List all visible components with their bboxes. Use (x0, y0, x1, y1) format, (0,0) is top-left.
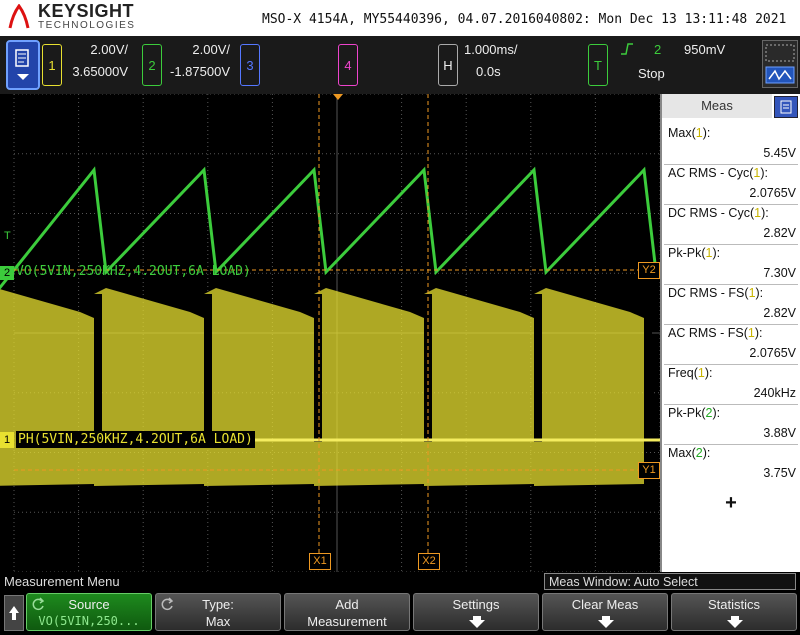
trigger-button[interactable]: T (588, 44, 608, 86)
meas-separator (664, 364, 798, 365)
ch1-trace-gap (204, 294, 212, 442)
meas-list-button[interactable] (774, 96, 798, 118)
meas-item-value: 7.30V (763, 266, 796, 280)
meas-item-label: AC RMS - Cyc(1): (668, 166, 769, 180)
ch2-scale: 2.00V/ (192, 42, 230, 57)
ch1-trace (0, 289, 94, 486)
meas-separator (664, 404, 798, 405)
channel-bar: 1 2.00V/ 3.65000V 2 2.00V/ -1.87500V 3 4… (0, 36, 800, 94)
horizontal-button[interactable]: H (438, 44, 458, 86)
signal-icon (765, 44, 795, 84)
trigger-level-marker[interactable]: T (4, 230, 11, 242)
meas-separator (664, 444, 798, 445)
clear-meas-softkey[interactable]: Clear Meas (542, 593, 668, 631)
rising-edge-icon (621, 43, 633, 55)
down-arrow-icon (727, 616, 743, 628)
run-state: Stop (638, 66, 665, 81)
meas-item-value: 2.82V (763, 306, 796, 320)
ch1-trace-gap (644, 294, 652, 442)
ch1-ground-marker[interactable]: 1 (0, 432, 14, 448)
waveform-display[interactable]: VO(5VIN,250KHZ,4.2OUT,6A LOAD) PH(5VIN,2… (0, 94, 660, 572)
device-info: MSO-X 4154A, MY55440396, 04.07.201604080… (262, 12, 787, 27)
ch2-waveform-label: VO(5VIN,250KHZ,4.2OUT,6A LOAD) (16, 264, 251, 279)
cursor-y1-label[interactable]: Y1 (638, 462, 660, 479)
cursor-y2-label[interactable]: Y2 (638, 262, 660, 279)
ch1-trace (94, 288, 204, 486)
horizontal-delay: 0.0s (476, 64, 501, 79)
meas-separator (664, 164, 798, 165)
channel-2-button[interactable]: 2 (142, 44, 162, 86)
meas-separator (664, 324, 798, 325)
list-icon (780, 100, 792, 114)
menu-title: Measurement Menu (0, 572, 540, 591)
down-arrow-icon (469, 616, 485, 628)
graticule (0, 94, 660, 572)
meas-separator (664, 244, 798, 245)
ch1-trace-gap (314, 294, 322, 442)
meas-item-label: Max(2): (668, 446, 711, 460)
add-measurement-icon[interactable]: + (662, 492, 800, 515)
ch1-offset: 3.65000V (72, 64, 128, 79)
meas-item-label: Max(1): (668, 126, 711, 140)
meas-separator (664, 284, 798, 285)
softkey-bar: Source VO(5VIN,250... Type: Max Add Meas… (0, 591, 800, 632)
meas-item-value: 3.88V (763, 426, 796, 440)
horizontal-scale: 1.000ms/ (464, 42, 518, 57)
ch1-trace (204, 288, 314, 486)
ch1-trace-gap (534, 294, 542, 442)
meas-item-label: Pk-Pk(1): (668, 246, 721, 260)
meas-item-value: 2.82V (763, 226, 796, 240)
meas-panel-title: Meas (662, 94, 772, 118)
brand-name: KEYSIGHT (38, 1, 135, 21)
cursor-x2-label[interactable]: X2 (418, 553, 440, 570)
statistics-softkey[interactable]: Statistics (671, 593, 797, 631)
add-measurement-softkey[interactable]: Add Measurement (284, 593, 410, 631)
back-button[interactable] (4, 595, 24, 631)
source-softkey[interactable]: Source VO(5VIN,250... (26, 593, 152, 631)
meas-item-label: DC RMS - Cyc(1): (668, 206, 769, 220)
ch1-scale: 2.00V/ (90, 42, 128, 57)
meas-window-status: Meas Window: Auto Select (544, 573, 796, 590)
ch1-trace (534, 288, 644, 486)
cursor-x1-label[interactable]: X1 (309, 553, 331, 570)
up-arrow-icon (9, 606, 19, 620)
meas-item-value: 2.0765V (749, 346, 796, 360)
meas-item-value: 5.45V (763, 146, 796, 160)
meas-item-label: Pk-Pk(2): (668, 406, 721, 420)
trigger-source: 2 (654, 42, 662, 57)
measurement-panel: Meas Max(1): 5.45V AC RMS - Cyc(1): 2.0765V… (660, 94, 800, 572)
ch1-trace-gap (94, 294, 102, 442)
ch2-ground-marker[interactable]: 2 (0, 266, 14, 280)
trigger-level: 950mV (684, 42, 726, 57)
keysight-logo-icon (8, 4, 30, 29)
meas-item-value: 240kHz (753, 386, 796, 400)
signal-button[interactable] (762, 40, 798, 88)
channel-3-button[interactable]: 3 (240, 44, 260, 86)
meas-separator (664, 204, 798, 205)
settings-softkey[interactable]: Settings (413, 593, 539, 631)
meas-item-label: Freq(1): (668, 366, 713, 380)
ch2-offset: -1.87500V (170, 64, 230, 79)
meas-item-value: 2.0765V (749, 186, 796, 200)
type-softkey[interactable]: Type: Max (155, 593, 281, 631)
meas-item-label: AC RMS - FS(1): (668, 326, 763, 340)
menu-icon (15, 49, 29, 80)
meas-item-label: DC RMS - FS(1): (668, 286, 764, 300)
ch1-waveform-label: PH(5VIN,250KHZ,4.2OUT,6A LOAD) (16, 431, 255, 448)
ch1-trace (314, 288, 424, 486)
channel-4-button[interactable]: 4 (338, 44, 358, 86)
down-arrow-icon (598, 616, 614, 628)
main-menu-button[interactable] (6, 40, 40, 90)
meas-item-value: 3.75V (763, 466, 796, 480)
brand-subtitle: TECHNOLOGIES (38, 20, 136, 31)
ch1-trace (424, 288, 534, 486)
title-bar: KEYSIGHT TECHNOLOGIES MSO-X 4154A, MY554… (0, 0, 800, 36)
trigger-position-marker (333, 94, 343, 100)
